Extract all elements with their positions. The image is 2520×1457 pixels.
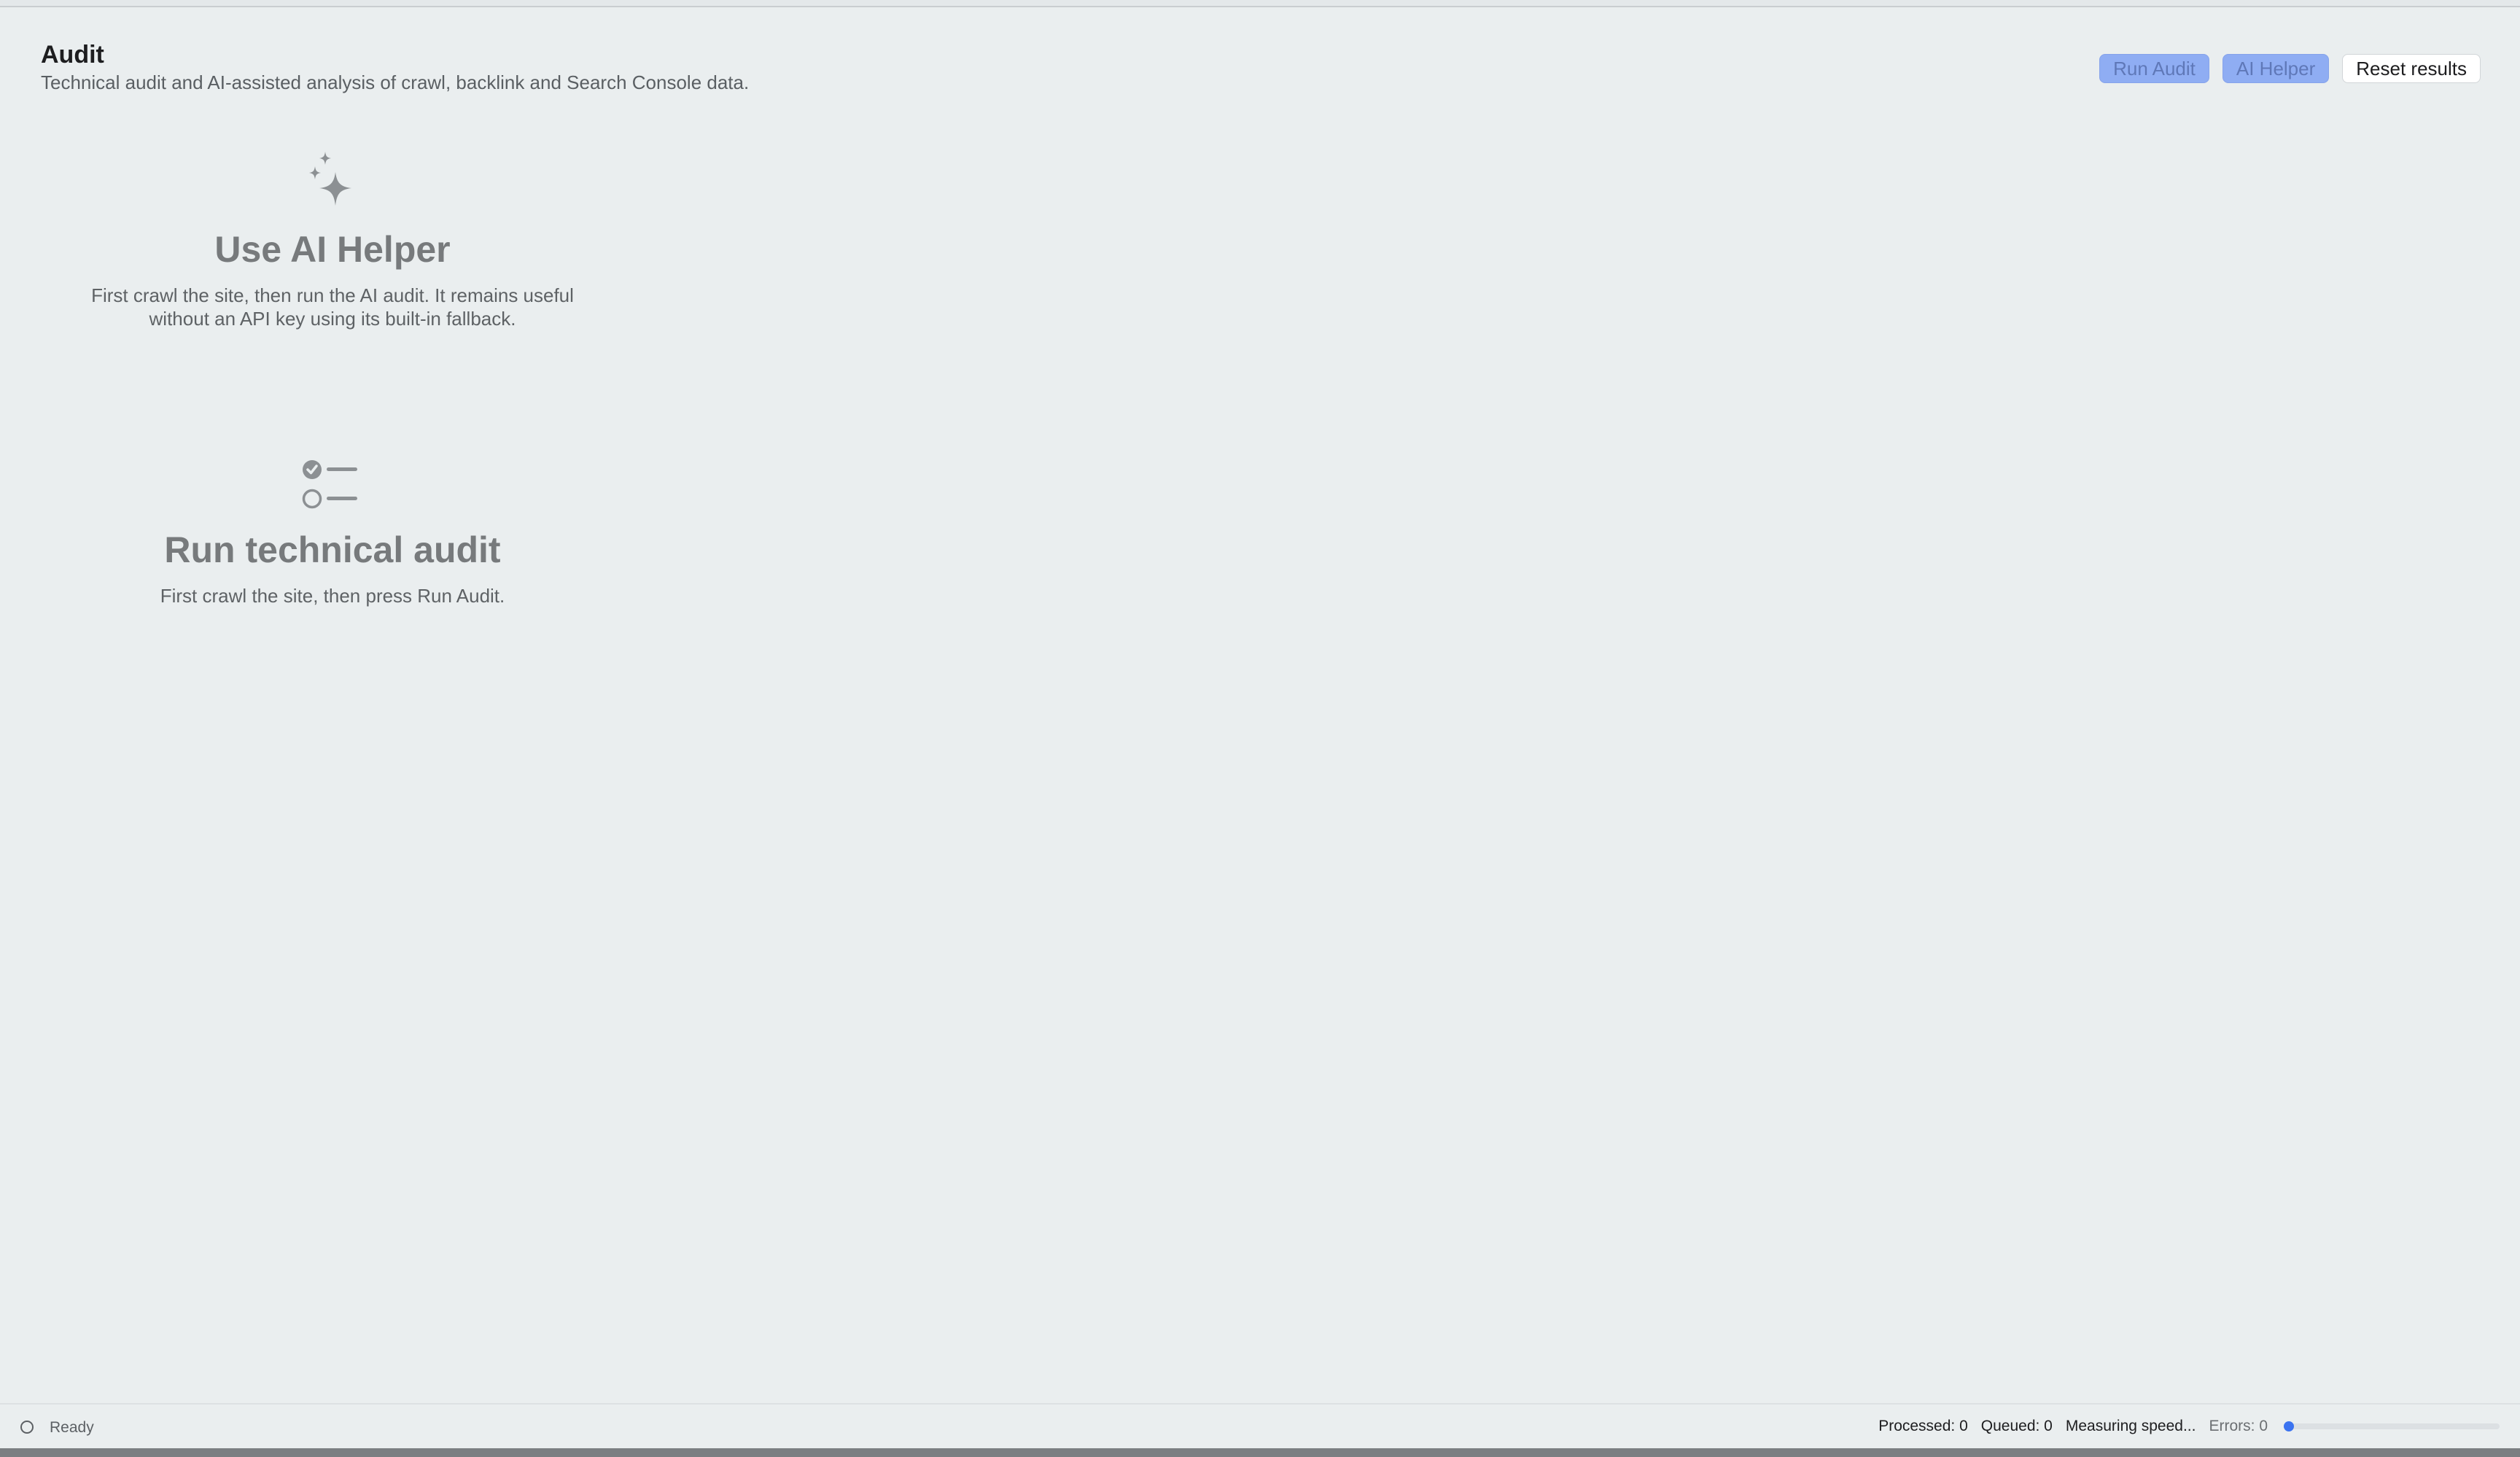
technical-audit-empty-state: Run technical audit First crawl the site… — [41, 456, 624, 607]
ai-helper-button[interactable]: AI Helper — [2222, 54, 2330, 83]
errors-count: Errors: 0 — [2209, 1418, 2268, 1434]
queued-count: Queued: 0 — [1980, 1418, 2053, 1434]
sparkles-icon — [306, 150, 359, 217]
toolbar: Run Audit AI Helper Reset results — [2099, 54, 2481, 83]
ai-helper-heading: Use AI Helper — [214, 229, 451, 270]
page-subtitle: Technical audit and AI-assisted analysis… — [41, 71, 750, 93]
status-text: Ready — [50, 1419, 94, 1436]
crawl-progress-bar — [2284, 1421, 2500, 1431]
status-indicator-icon — [20, 1421, 34, 1434]
checklist-icon — [302, 456, 363, 517]
window-top-edge — [0, 0, 2520, 7]
processed-count: Processed: 0 — [1878, 1418, 1968, 1434]
technical-audit-description: First crawl the site, then press Run Aud… — [160, 585, 505, 607]
reset-results-button[interactable]: Reset results — [2342, 54, 2481, 83]
page-title: Audit — [41, 41, 104, 69]
technical-audit-heading: Run technical audit — [164, 529, 501, 570]
ai-helper-empty-state: Use AI Helper First crawl the site, then… — [41, 150, 624, 330]
progress-indicator — [2284, 1421, 2294, 1431]
crawl-stats: Processed: 0 Queued: 0 Measuring speed..… — [1878, 1418, 2500, 1435]
run-audit-button[interactable]: Run Audit — [2099, 54, 2209, 83]
status-bar: Ready Processed: 0 Queued: 0 Measuring s… — [0, 1403, 2520, 1448]
window-bottom-edge — [0, 1448, 2520, 1457]
speed-indicator: Measuring speed... — [2065, 1418, 2196, 1434]
ai-helper-description: First crawl the site, then run the AI au… — [91, 284, 574, 330]
